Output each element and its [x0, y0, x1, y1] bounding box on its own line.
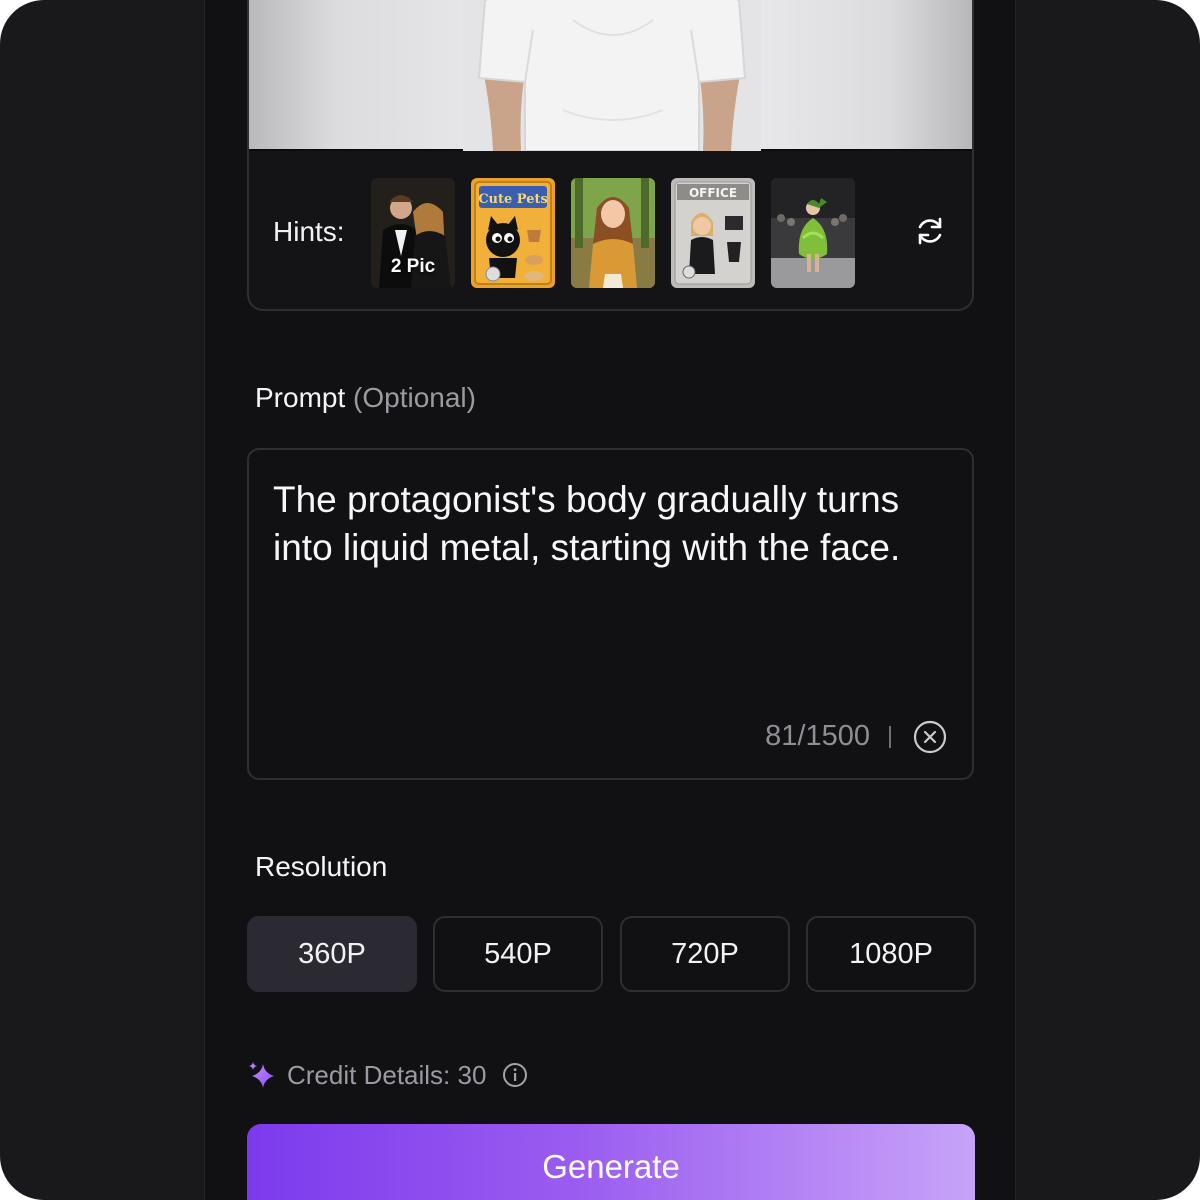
hint-thumbnail-runway[interactable]	[771, 178, 855, 288]
man-tshirt-photo	[463, 0, 761, 151]
prompt-textarea[interactable]: The protagonist's body gradually turns i…	[247, 448, 974, 780]
cute-pets-box-title: Cute Pets	[478, 192, 548, 207]
resolution-540p-button[interactable]: 540P	[433, 916, 603, 992]
cute-pets-toy-box-thumbnail: Cute Pets	[471, 178, 555, 288]
character-counter: 81/1500	[765, 720, 870, 752]
hint-thumbnail-couple[interactable]: 2 Pic	[371, 178, 455, 288]
prompt-text[interactable]: The protagonist's body gradually turns i…	[273, 476, 943, 572]
credit-details-row: Credit Details: 30	[247, 1058, 528, 1092]
office-figure-box-thumbnail: OFFICE	[671, 178, 755, 288]
prompt-optional-label: (Optional)	[353, 382, 476, 413]
generate-button[interactable]: Generate	[247, 1124, 975, 1200]
resolution-360p-button[interactable]: 360P	[247, 916, 417, 992]
refresh-icon	[918, 217, 942, 245]
resolution-1080p-button[interactable]: 1080P	[806, 916, 976, 992]
refresh-hints-button[interactable]	[913, 214, 947, 248]
clear-circle-x-icon	[913, 720, 947, 754]
generator-panel: Hints: 2 Pic Cute Pets OFFICE Prompt (Op…	[204, 0, 1016, 1200]
prompt-title: Prompt (Optional)	[255, 382, 476, 414]
credit-details-label: Credit Details: 30	[287, 1059, 487, 1090]
resolution-title: Resolution	[255, 851, 388, 882]
hint-thumbnail-cute-pets[interactable]: Cute Pets	[471, 178, 555, 288]
hint-thumbnail-anime-girl[interactable]	[571, 178, 655, 288]
sparkle-icon	[249, 1062, 274, 1088]
office-box-title: OFFICE	[689, 186, 737, 200]
hints-label: Hints:	[273, 216, 345, 247]
hint-caption: 2 Pic	[390, 256, 436, 277]
resolution-720p-button[interactable]: 720P	[620, 916, 790, 992]
counter-divider	[889, 726, 891, 748]
hint-thumbnail-office[interactable]: OFFICE	[671, 178, 755, 288]
device-frame: Hints: 2 Pic Cute Pets OFFICE Prompt (Op…	[0, 0, 1200, 1200]
anime-girl-sweater-thumbnail	[571, 178, 655, 288]
uploaded-image-preview[interactable]	[249, 0, 972, 151]
info-icon[interactable]	[502, 1062, 528, 1088]
hints-row: Hints: 2 Pic Cute Pets OFFICE	[249, 178, 972, 288]
runway-green-dress-thumbnail	[771, 178, 855, 288]
prompt-label: Prompt	[255, 382, 346, 413]
clear-prompt-button[interactable]	[913, 720, 947, 754]
upload-card[interactable]: Hints: 2 Pic Cute Pets OFFICE	[247, 0, 974, 311]
